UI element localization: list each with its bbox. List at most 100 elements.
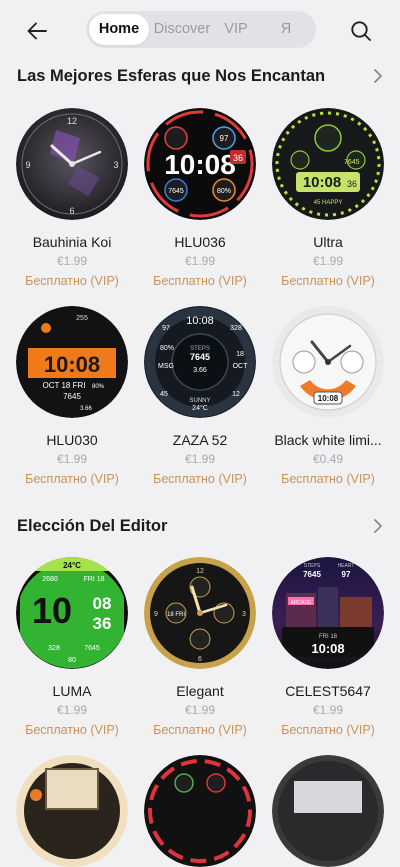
face-steps-label: STEPS [304,563,321,569]
section-header-favorites[interactable]: Las Mejores Esferas que Nos Encantan [17,64,387,88]
watchface-card[interactable]: 10:08 Black white limi... €0.49 Бесплатн… [263,306,393,488]
watchface-name: Black white limi... [274,432,382,448]
face-seconds: 36 [93,614,112,633]
watchface-preview: 255 10:08 OCT 18 FRI 80% 7645 3.66 [16,306,128,418]
watchface-card[interactable]: 12 3 6 9 Bauhinia Koi €1.99 Бесплатно (V… [7,108,137,290]
face-time: 10:08 [164,149,236,180]
watchface-card[interactable] [7,755,137,867]
face-time: 10:08 [303,174,341,191]
face-steps: 2680 [42,576,58,583]
vip-free-label: Бесплатно (VIP) [281,274,375,288]
face-time: 10:08 [44,352,100,377]
tab-vip[interactable]: VIP [216,11,256,48]
face-temp: 24°C [192,404,208,412]
vip-free-label: Бесплатно (VIP) [153,274,247,288]
face-arcade: ARCADE [291,600,313,606]
watchface-price: €1.99 [56,254,88,268]
face-w2: 97 [162,325,170,332]
tab-me[interactable]: Я [266,11,306,48]
tab-bar: Home Discover VIP Я [86,11,316,48]
watchface-preview [272,755,384,867]
arrow-left-icon [27,22,47,40]
watchface-card[interactable] [263,755,393,867]
watchface-preview: STEPS HEART 7645 97 ARCADE 10:08 FRI 18 [272,557,384,669]
tab-discover[interactable]: Discover [149,11,215,48]
face-battery: 80% [92,384,105,390]
face-minutes: 08 [93,594,112,613]
svg-text:9: 9 [25,160,30,170]
watchface-card[interactable]: 24°C 2680 FRI 18 10 08 36 328 7645 80 LU… [7,557,137,739]
face-n6: 6 [198,656,202,663]
svg-text:3: 3 [113,160,118,170]
section-title: Las Mejores Esferas que Nos Encantan [17,67,326,85]
watchface-price: €1.99 [184,703,216,717]
watchface-preview: 10:08 [272,306,384,418]
watchface-price: €0.49 [312,452,344,466]
section-header-editors-choice[interactable]: Elección Del Editor [17,514,387,538]
face-left-value: 7645 [168,188,184,195]
back-button[interactable] [20,14,54,48]
face-time: 10:08 [318,394,339,403]
face-day: FRI 18 [83,576,104,583]
vip-free-label: Бесплатно (VIP) [281,723,375,737]
watchface-preview: 10:08 STEPS 7645 3.66 80% MSG 18 OCT 328… [144,306,256,418]
watchface-card[interactable]: 7645 10:08 36 45 HAPPY Ultra €1.99 Беспл… [263,108,393,290]
watchface-preview: 7645 10:08 36 45 HAPPY [272,108,384,220]
watchface-preview: 12 3 9 6 18 FRI [144,557,256,669]
vip-free-label: Бесплатно (VIP) [25,274,119,288]
watchface-price: €1.99 [184,452,216,466]
face-steps-value: 7645 [303,570,321,579]
face-seconds: 36 [347,179,357,189]
face-stat: 7645 [344,159,360,166]
watchface-name: HLU036 [174,234,226,250]
face-steps: 7645 [63,392,81,401]
watchface-name: Ultra [313,234,343,250]
watchface-preview [16,755,128,867]
watchface-price: €1.99 [312,254,344,268]
search-icon [351,21,371,41]
vip-free-label: Бесплатно (VIP) [25,723,119,737]
watchface-preview: 24°C 2680 FRI 18 10 08 36 328 7645 80 [16,557,128,669]
watchface-card[interactable]: STEPS HEART 7645 97 ARCADE 10:08 FRI 18 … [263,557,393,739]
chevron-right-icon[interactable] [373,68,383,84]
face-date-num: 18 [236,351,244,358]
face-s3: 80 [68,657,76,664]
watchface-card[interactable]: 97 10:08 36 7645 80% HLU036 €1.99 Беспла… [135,108,265,290]
vip-free-label: Бесплатно (VIP) [153,472,247,486]
chevron-right-icon[interactable] [373,518,383,534]
svg-text:12: 12 [67,116,77,126]
watchface-price: €1.99 [56,452,88,466]
face-heart-label: HEART [338,563,355,569]
face-side-value: 36 [233,153,243,163]
top-bar: Home Discover VIP Я [0,0,400,60]
watchface-preview [144,755,256,867]
face-km: 3.66 [80,406,92,412]
face-month: OCT [233,363,249,370]
face-date-small: 18 FRI [167,612,185,618]
face-steps: 7645 [190,352,210,362]
watchface-name: CELEST5647 [285,683,371,699]
section-title: Elección Del Editor [17,517,168,535]
search-button[interactable] [344,14,378,48]
watchface-card[interactable]: 255 10:08 OCT 18 FRI 80% 7645 3.66 HLU03… [7,306,137,488]
face-right-value: 80% [217,188,231,195]
watchface-price: €1.99 [184,254,216,268]
face-top-value: 97 [220,134,229,143]
face-temp: 24°C [63,561,81,570]
svg-text:6: 6 [69,206,74,216]
face-n12: 12 [196,568,204,575]
face-time: 10:08 [311,641,344,656]
face-heart-value: 97 [342,570,351,579]
face-date: FRI 18 [319,634,338,640]
face-date: OCT 18 FRI [43,381,86,390]
face-happy: 45 HAPPY [314,200,343,206]
face-s2: 7645 [84,645,100,652]
watchface-preview: 12 3 6 9 [16,108,128,220]
watchface-card[interactable]: 12 3 9 6 18 FRI Elegant €1.99 Бесплатно … [135,557,265,739]
watchface-card[interactable] [135,755,265,867]
face-weather: SUNNY [189,398,210,404]
face-msg: MSG [158,363,174,370]
watchface-card[interactable]: 10:08 STEPS 7645 3.66 80% MSG 18 OCT 328… [135,306,265,488]
vip-free-label: Бесплатно (VIP) [153,723,247,737]
tab-home[interactable]: Home [89,14,149,45]
